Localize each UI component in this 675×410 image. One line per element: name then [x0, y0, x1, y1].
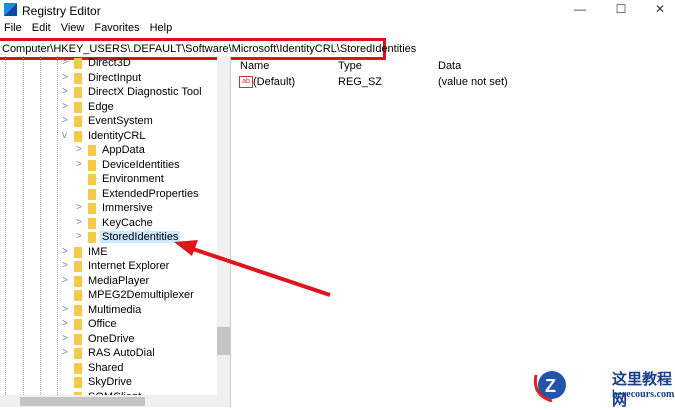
- red-arrow-annotation: [174, 240, 331, 297]
- watermark-logo: Z 这里教程网 herecours.com: [530, 365, 675, 409]
- watermark-url: herecours.com: [612, 389, 675, 400]
- svg-text:Z: Z: [545, 376, 556, 396]
